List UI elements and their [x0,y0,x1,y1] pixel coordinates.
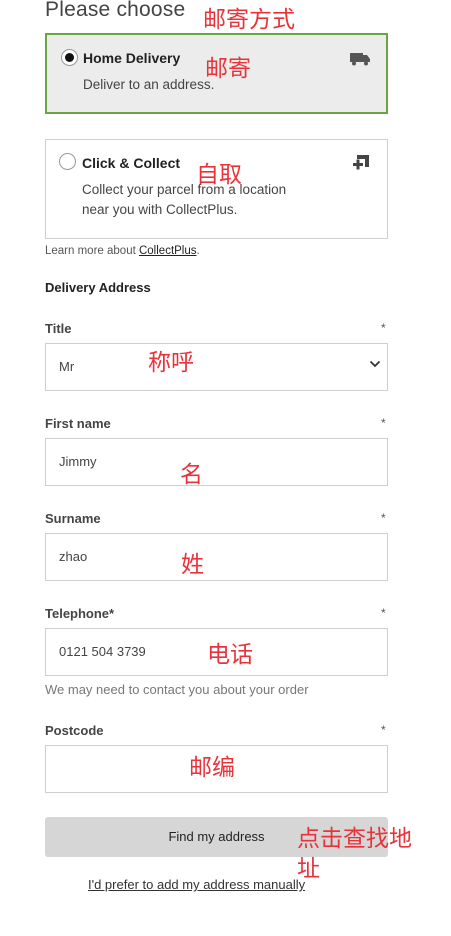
collectplus-link[interactable]: CollectPlus [139,245,197,257]
first-name-field[interactable]: Jimmy [45,438,388,486]
click-collect-title: Click & Collect [82,155,181,171]
home-delivery-description: Deliver to an address. [83,77,215,92]
learn-more-text: Learn more about CollectPlus. [45,245,200,257]
surname-field[interactable]: zhao [45,533,388,581]
title-label: Title [45,321,72,336]
annotation-post: 邮寄 [205,56,251,82]
annotation-first-name: 名 [180,462,203,488]
annotation-delivery-method: 邮寄方式 [203,7,295,33]
click-collect-option[interactable]: Click & Collect Collect your parcel from… [45,139,388,239]
annotation-pickup: 自取 [196,162,242,188]
annotation-click-find-line1: 点击查找地 [297,826,412,852]
telephone-value: 0121 504 3739 [59,644,146,659]
postcode-required-mark: * [381,723,386,737]
annotation-title: 称呼 [148,350,194,376]
surname-value: zhao [59,549,88,564]
click-collect-radio[interactable] [59,153,76,170]
first-name-value: Jimmy [59,454,97,469]
first-name-required-mark: * [381,416,386,430]
annotation-click-find-line2: 址 [297,856,320,882]
delivery-address-title: Delivery Address [45,280,151,295]
page-heading: Please choose [45,0,186,21]
telephone-label: Telephone* [45,606,115,621]
manual-address-link[interactable]: I'd prefer to add my address manually [88,877,305,892]
click-collect-description-line2: near you with CollectPlus. [82,202,238,217]
surname-required-mark: * [381,511,386,525]
home-delivery-title: Home Delivery [83,50,181,66]
click-collect-description-line1: Collect your parcel from a location [82,182,287,197]
annotation-postcode: 邮编 [189,755,235,781]
postcode-label: Postcode [45,723,104,738]
telephone-hint: We may need to contact you about your or… [45,682,309,697]
truck-icon [350,53,370,66]
telephone-required-mark: * [381,606,386,620]
chevron-down-icon [369,360,381,368]
annotation-surname: 姓 [181,552,204,578]
title-select[interactable]: Mr [45,343,388,391]
title-required-mark: * [381,321,386,335]
annotation-phone: 电话 [207,642,253,668]
first-name-label: First name [45,416,111,431]
home-delivery-radio[interactable] [61,49,78,66]
surname-label: Surname [45,511,101,526]
collect-plus-icon [353,155,369,170]
title-select-value: Mr [59,359,75,374]
